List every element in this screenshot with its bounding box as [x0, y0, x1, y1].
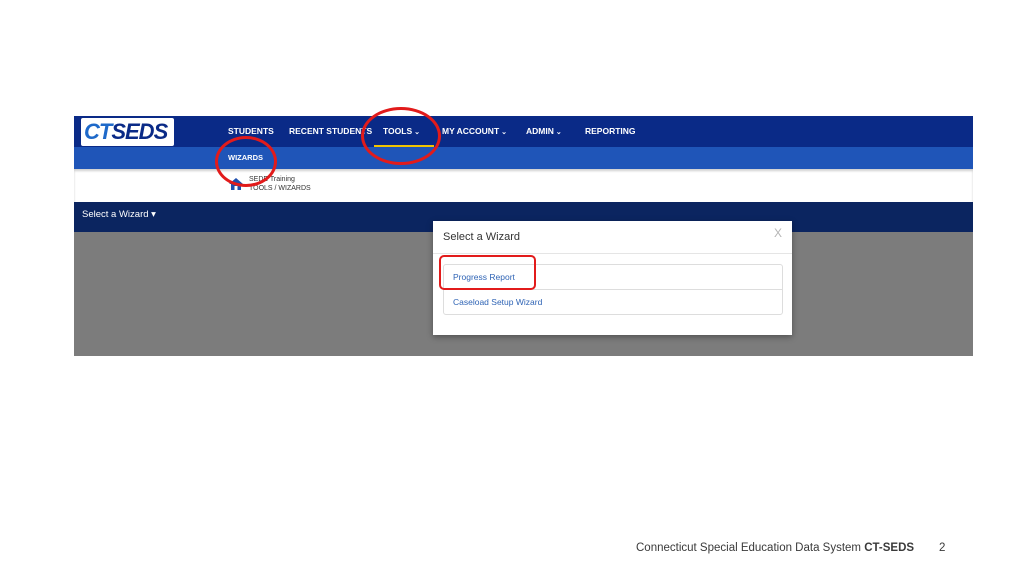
- select-wizard-dropdown[interactable]: Select a Wizard ▾: [82, 202, 156, 227]
- nav-students[interactable]: STUDENTS: [228, 116, 274, 147]
- nav-tools-label: TOOLS: [383, 126, 413, 136]
- sub-navigation: WIZARDS: [74, 147, 973, 169]
- slide-footer: Connecticut Special Education Data Syste…: [636, 542, 914, 554]
- nav-recent-students-label: RECENT STUDENTS: [289, 126, 373, 136]
- close-icon[interactable]: X: [774, 226, 782, 240]
- nav-admin-label: ADMIN: [526, 126, 554, 136]
- nav-my-account[interactable]: MY ACCOUNT ⌄: [442, 116, 507, 147]
- footer-brand: CT-SEDS: [864, 542, 915, 554]
- breadcrumb: SEDE Training TOOLS / WIZARDS: [74, 169, 973, 202]
- breadcrumb-path[interactable]: TOOLS / WIZARDS: [249, 185, 311, 192]
- logo-ct: CT: [84, 119, 112, 144]
- wizard-option-progress-report[interactable]: Progress Report: [444, 265, 782, 290]
- footer-text: Connecticut Special Education Data Syste…: [636, 542, 865, 554]
- nav-admin[interactable]: ADMIN ⌄: [526, 116, 562, 147]
- nav-reporting[interactable]: REPORTING: [585, 116, 636, 147]
- wizard-list: Progress Report Caseload Setup Wizard: [443, 264, 783, 315]
- nav-reporting-label: REPORTING: [585, 126, 636, 136]
- modal-title: Select a Wizard: [443, 231, 521, 243]
- top-navigation: CTSEDS STUDENTS RECENT STUDENTS TOOLS ⌄ M…: [74, 116, 973, 147]
- subnav-wizards[interactable]: WIZARDS: [228, 147, 263, 169]
- modal-divider: [433, 253, 792, 254]
- nav-recent-students[interactable]: RECENT STUDENTS: [289, 116, 372, 147]
- wizard-option-caseload-setup[interactable]: Caseload Setup Wizard: [444, 290, 782, 314]
- logo-text: CTSEDS: [84, 119, 168, 145]
- nav-students-label: STUDENTS: [228, 126, 274, 136]
- chevron-down-icon: ⌄: [555, 129, 562, 136]
- page-number: 2: [939, 542, 946, 554]
- nav-tools[interactable]: TOOLS ⌄: [383, 116, 420, 147]
- select-wizard-modal: Select a Wizard X Progress Report Caselo…: [433, 221, 792, 335]
- ct-seds-logo[interactable]: CTSEDS: [81, 118, 174, 146]
- logo-seds: SEDS: [111, 119, 168, 144]
- nav-my-account-label: MY ACCOUNT: [442, 126, 500, 136]
- chevron-down-icon: ⌄: [414, 129, 420, 136]
- breadcrumb-title: SEDE Training: [249, 176, 295, 183]
- home-icon[interactable]: [229, 178, 243, 190]
- app-screenshot: CTSEDS STUDENTS RECENT STUDENTS TOOLS ⌄ M…: [74, 116, 973, 356]
- chevron-down-icon: ⌄: [501, 129, 508, 136]
